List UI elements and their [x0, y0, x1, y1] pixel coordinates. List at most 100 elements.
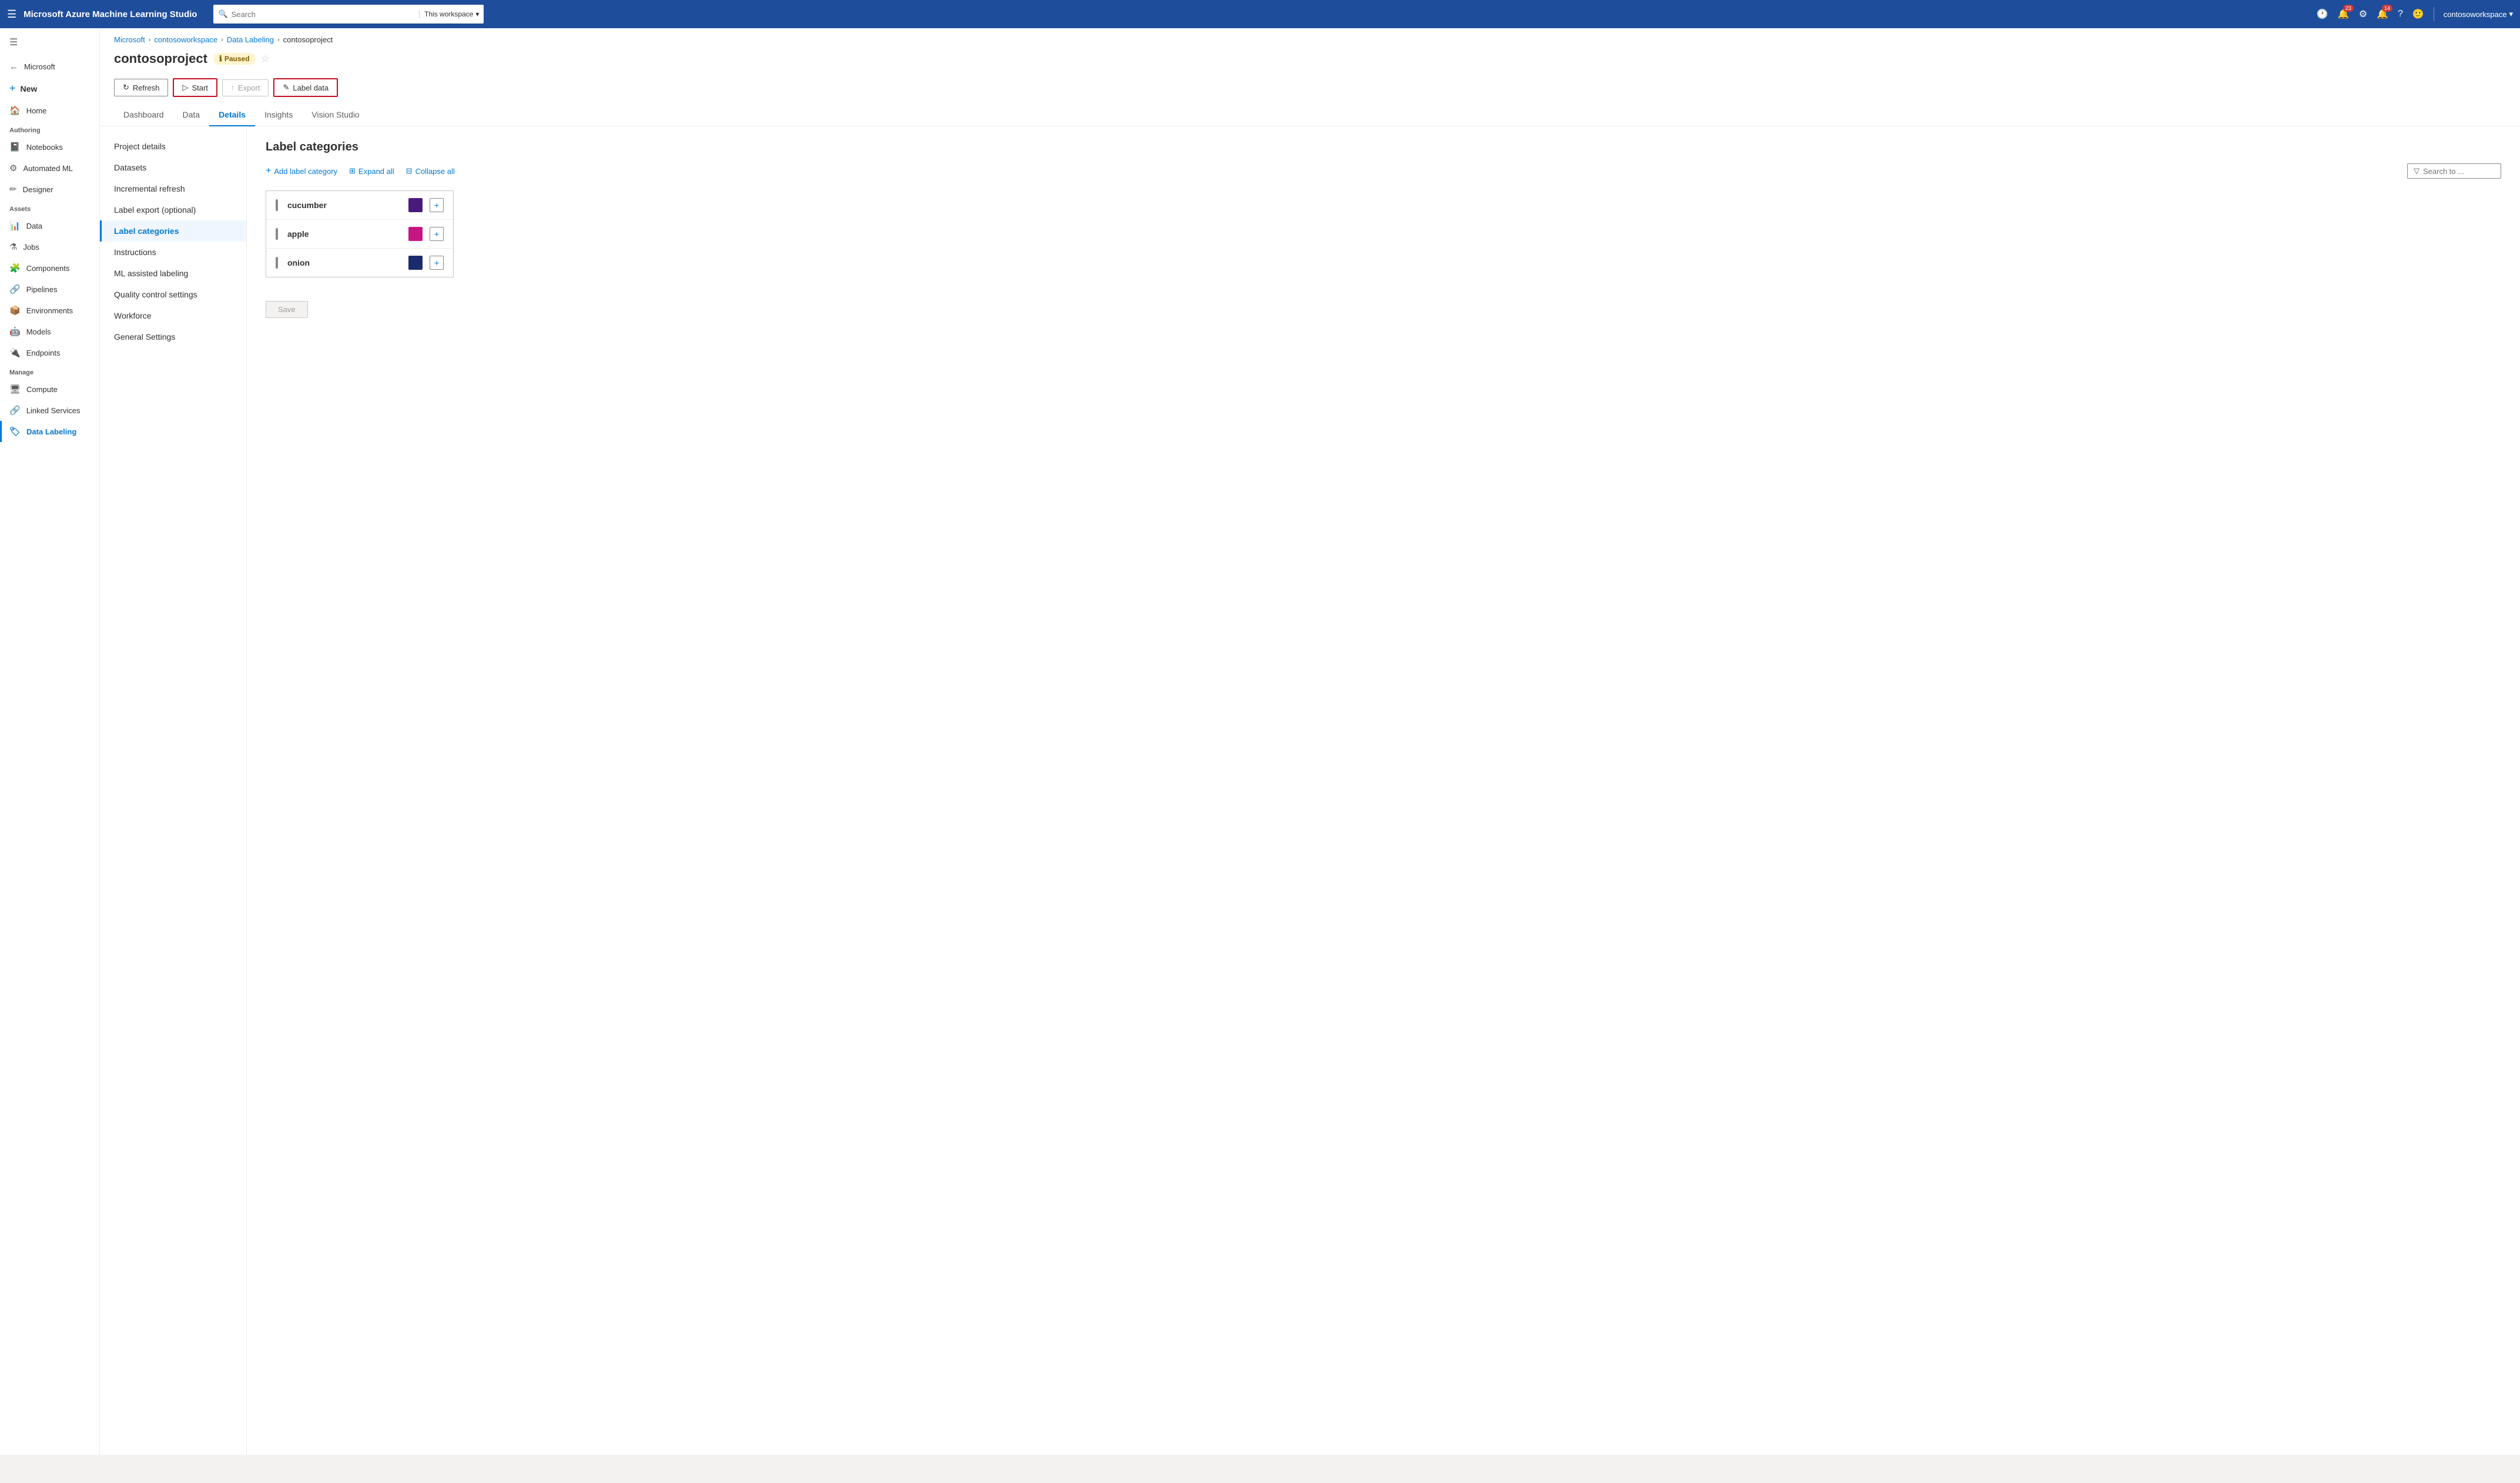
search-input[interactable]	[232, 10, 415, 19]
expand-all-text: Expand all	[358, 167, 394, 176]
sidebar-new-button[interactable]: + New	[0, 77, 99, 100]
label-search-input[interactable]	[2423, 167, 2495, 176]
save-button[interactable]: Save	[266, 301, 308, 318]
notebooks-icon: 📓	[9, 142, 21, 152]
nav-ml-assisted[interactable]: ML assisted labeling	[100, 263, 246, 284]
sidebar-item-components[interactable]: 🧩 Components	[0, 257, 99, 279]
sidebar-item-microsoft[interactable]: ← Microsoft	[0, 56, 99, 77]
tab-details[interactable]: Details	[209, 104, 255, 126]
sidebar-item-models[interactable]: 🤖 Models	[0, 321, 99, 342]
export-button[interactable]: ↑ Export	[222, 79, 269, 96]
start-button[interactable]: ▷ Start	[173, 78, 217, 97]
add-label-category-button[interactable]: + Add label category	[266, 166, 337, 176]
nav-project-details[interactable]: Project details	[100, 136, 246, 157]
feedback-icon[interactable]: 🙂	[2412, 8, 2424, 20]
breadcrumb-workspace[interactable]: contosoworkspace	[154, 35, 217, 44]
expand-all-button[interactable]: ⊞ Expand all	[349, 166, 394, 176]
favorite-icon[interactable]: ☆	[262, 53, 270, 65]
nav-quality-control[interactable]: Quality control settings	[100, 284, 246, 305]
sidebar-item-pipelines[interactable]: 🔗 Pipelines	[0, 279, 99, 300]
user-menu[interactable]: contosoworkspace ▾	[2444, 9, 2513, 19]
tab-dashboard[interactable]: Dashboard	[114, 104, 173, 126]
models-icon: 🤖	[9, 326, 21, 337]
automl-icon: ⚙	[9, 163, 17, 173]
sidebar-item-automated-ml[interactable]: ⚙ Automated ML	[0, 158, 99, 179]
compute-label: Compute	[26, 385, 58, 394]
add-child-apple[interactable]: +	[430, 227, 444, 241]
label-categories-toolbar: + Add label category ⊞ Expand all ⊟ Coll…	[266, 163, 2501, 179]
sidebar-item-jobs[interactable]: ⚗ Jobs	[0, 236, 99, 257]
save-label: Save	[278, 305, 296, 314]
label-data-button[interactable]: ✎ Label data	[273, 78, 338, 97]
jobs-label: Jobs	[23, 243, 39, 252]
nav-workforce[interactable]: Workforce	[100, 305, 246, 326]
nav-general-settings[interactable]: General Settings	[100, 326, 246, 347]
notifications-icon[interactable]: 🔔 23	[2338, 8, 2350, 20]
pipelines-icon: 🔗	[9, 284, 21, 294]
breadcrumb-sep-1: ›	[149, 36, 151, 43]
hamburger-menu-icon[interactable]: ☰	[7, 8, 16, 21]
tab-data[interactable]: Data	[173, 104, 210, 126]
sidebar-item-home[interactable]: 🏠 Home	[0, 100, 99, 121]
sidebar-item-compute[interactable]: 🖥 Compute	[0, 379, 99, 400]
color-picker-cucumber[interactable]	[408, 198, 423, 212]
endpoints-label: Endpoints	[26, 349, 61, 357]
color-picker-apple[interactable]	[408, 227, 423, 241]
notifications-badge: 23	[2343, 5, 2354, 12]
nav-instructions[interactable]: Instructions	[100, 242, 246, 263]
refresh-label: Refresh	[133, 83, 160, 92]
notebooks-label: Notebooks	[26, 143, 63, 152]
search-scope-selector[interactable]: This workspace ▾	[419, 10, 479, 18]
collapse-all-button[interactable]: ⊟ Collapse all	[406, 166, 455, 176]
item-line	[276, 257, 278, 269]
sidebar-item-designer[interactable]: ✏ Designer	[0, 179, 99, 200]
sidebar-item-notebooks[interactable]: 📓 Notebooks	[0, 136, 99, 158]
refresh-button[interactable]: ↻ Refresh	[114, 79, 168, 96]
breadcrumb: Microsoft › contosoworkspace › Data Labe…	[100, 28, 2520, 49]
top-nav-bar: ☰ Microsoft Azure Machine Learning Studi…	[0, 0, 2520, 28]
label-items-list: cucumber + apple + onion +	[266, 190, 454, 277]
settings-icon[interactable]: ⚙	[2359, 8, 2367, 20]
save-area: Save	[266, 301, 2501, 318]
label-search[interactable]: ▽	[2407, 163, 2501, 179]
nav-label-export[interactable]: Label export (optional)	[100, 199, 246, 220]
breadcrumb-microsoft[interactable]: Microsoft	[114, 35, 145, 44]
tab-insights[interactable]: Insights	[255, 104, 302, 126]
item-line	[276, 228, 278, 240]
nav-datasets[interactable]: Datasets	[100, 157, 246, 178]
nav-incremental-refresh[interactable]: Incremental refresh	[100, 178, 246, 199]
paused-icon: ℹ	[219, 54, 222, 63]
pipelines-label: Pipelines	[26, 285, 58, 294]
search-bar[interactable]: 🔍 This workspace ▾	[213, 5, 484, 24]
sidebar-item-environments[interactable]: 📦 Environments	[0, 300, 99, 321]
filter-icon: ▽	[2414, 166, 2420, 176]
color-picker-onion[interactable]	[408, 256, 423, 270]
breadcrumb-data-labeling[interactable]: Data Labeling	[227, 35, 274, 44]
back-icon: ←	[9, 62, 18, 72]
sidebar-item-data[interactable]: 📊 Data	[0, 215, 99, 236]
collapse-all-text: Collapse all	[415, 167, 455, 176]
add-child-onion[interactable]: +	[430, 256, 444, 270]
user-chevron-icon: ▾	[2509, 9, 2513, 19]
label-item-onion: onion +	[266, 249, 453, 277]
designer-icon: ✏	[9, 184, 17, 195]
export-icon: ↑	[231, 83, 234, 92]
add-icon: +	[266, 166, 271, 176]
breadcrumb-sep-3: ›	[277, 36, 280, 43]
sidebar-item-linked-services[interactable]: 🔗 Linked Services	[0, 400, 99, 421]
alerts-icon[interactable]: 🔔 14	[2377, 8, 2388, 20]
details-content: Project details Datasets Incremental ref…	[100, 126, 2520, 1455]
sidebar-item-data-labeling[interactable]: 🏷 Data Labeling	[0, 421, 99, 442]
sidebar-toggle[interactable]: ☰	[0, 28, 99, 56]
nav-label-categories[interactable]: Label categories	[100, 220, 246, 242]
history-icon[interactable]: 🕐	[2317, 8, 2328, 20]
section-assets: Assets	[0, 200, 99, 215]
add-child-cucumber[interactable]: +	[430, 198, 444, 212]
help-icon[interactable]: ?	[2398, 9, 2403, 19]
sidebar: ☰ ← Microsoft + New 🏠 Home Authoring 📓 N…	[0, 28, 100, 1455]
top-bar-actions: 🕐 🔔 23 ⚙ 🔔 14 ? 🙂 contosoworkspace ▾	[2317, 7, 2513, 21]
tab-vision-studio[interactable]: Vision Studio	[302, 104, 368, 126]
label-item-apple: apple +	[266, 220, 453, 249]
compute-icon: 🖥	[9, 384, 21, 394]
sidebar-item-endpoints[interactable]: 🔌 Endpoints	[0, 342, 99, 363]
